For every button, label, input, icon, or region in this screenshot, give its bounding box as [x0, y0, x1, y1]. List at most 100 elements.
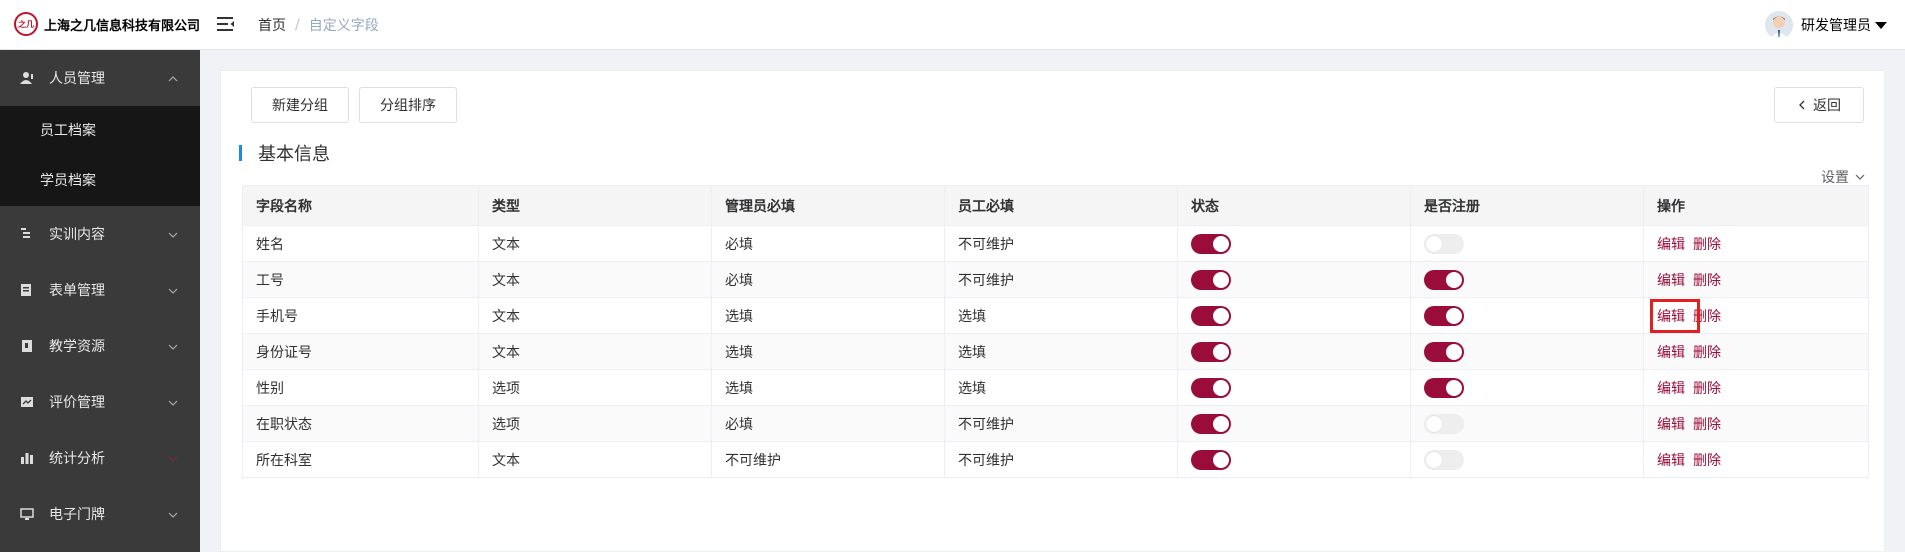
delete-link[interactable]: 删除: [1693, 417, 1721, 433]
avatar: [1765, 11, 1793, 39]
status-toggle[interactable]: [1191, 341, 1231, 362]
field-name-cell: 姓名: [242, 225, 479, 262]
breadcrumb-home[interactable]: 首页: [258, 15, 286, 35]
new-group-button[interactable]: 新建分组: [251, 87, 349, 123]
delete-link[interactable]: 删除: [1693, 381, 1721, 397]
sidebar-item-door-sign[interactable]: 电子门牌: [0, 486, 200, 542]
field-type-cell: 文本: [478, 261, 712, 298]
toggle-knob: [1213, 235, 1229, 252]
section-title: 基本信息: [239, 143, 330, 165]
registered-toggle[interactable]: [1424, 449, 1464, 470]
sidebar-item-statistics[interactable]: 统计分析: [0, 430, 200, 486]
edit-wrapper: 编辑: [1657, 270, 1693, 290]
sidebar-item-label: 实训内容: [49, 227, 105, 243]
sidebar-item-forms[interactable]: 表单管理: [0, 262, 200, 318]
admin-required-cell: 不可维护: [711, 441, 945, 478]
custom-fields-table: 字段名称 类型 管理员必填 员工必填 状态 是否注册 操作 姓名 文本 必填 不可维护…: [242, 185, 1869, 478]
field-type-cell: 文本: [478, 297, 712, 334]
registered-toggle[interactable]: [1424, 413, 1464, 434]
menu-toggle-icon[interactable]: [216, 14, 236, 34]
chevron-up-icon: [168, 72, 178, 82]
actions-cell: 编辑 删除: [1643, 405, 1869, 442]
edit-link[interactable]: 编辑: [1657, 345, 1685, 361]
registered-toggle[interactable]: [1424, 269, 1464, 290]
delete-link[interactable]: 删除: [1693, 237, 1721, 253]
status-toggle[interactable]: [1191, 305, 1231, 326]
edit-wrapper: 编辑: [1657, 234, 1693, 254]
registered-toggle-cell: [1410, 297, 1644, 334]
toggle-knob: [1213, 307, 1229, 324]
sidebar-item-resources[interactable]: 教学资源: [0, 318, 200, 374]
chevron-down-icon: [168, 340, 178, 350]
highlighted-edit-wrapper: 编辑: [1650, 298, 1700, 333]
status-toggle-cell: [1177, 297, 1411, 334]
column-header: 类型: [478, 185, 712, 226]
logo-badge-icon: 之几: [14, 12, 38, 36]
user-name: 研发管理员: [1801, 18, 1871, 34]
edit-link[interactable]: 编辑: [1657, 417, 1685, 433]
sidebar-subitem-staff-archive[interactable]: 员工档案: [0, 106, 200, 156]
field-type-cell: 文本: [478, 225, 712, 262]
status-toggle-cell: [1177, 405, 1411, 442]
edit-link[interactable]: 编辑: [1657, 309, 1685, 325]
toggle-knob: [1213, 415, 1229, 432]
delete-link[interactable]: 删除: [1693, 273, 1721, 289]
staff-required-cell: 选填: [944, 297, 1178, 334]
sidebar-item-label: 教学资源: [49, 339, 105, 355]
registered-toggle[interactable]: [1424, 305, 1464, 326]
edit-link[interactable]: 编辑: [1657, 381, 1685, 397]
edit-wrapper: 编辑: [1657, 342, 1693, 362]
staff-required-cell: 不可维护: [944, 405, 1178, 442]
delete-link[interactable]: 删除: [1693, 453, 1721, 469]
status-toggle[interactable]: [1191, 413, 1231, 434]
breadcrumb-current: 自定义字段: [308, 18, 379, 34]
chevron-down-icon: [1855, 174, 1865, 180]
delete-link[interactable]: 删除: [1693, 345, 1721, 361]
registered-toggle[interactable]: [1424, 233, 1464, 254]
actions-cell: 编辑 删除: [1643, 297, 1869, 334]
status-toggle[interactable]: [1191, 449, 1231, 470]
registered-toggle[interactable]: [1424, 341, 1464, 362]
status-toggle[interactable]: [1191, 233, 1231, 254]
sidebar-item-training[interactable]: 实训内容: [0, 206, 200, 262]
breadcrumb: 首页 / 自定义字段: [258, 15, 379, 35]
company-logo[interactable]: 之几 上海之几信息科技有限公司: [14, 12, 200, 36]
table-row: 身份证号 文本 选填 选填 编辑 删除: [242, 333, 1869, 370]
registered-toggle[interactable]: [1424, 377, 1464, 398]
settings-dropdown[interactable]: 设置: [1821, 167, 1866, 187]
toggle-knob: [1426, 415, 1442, 432]
actions-cell: 编辑 删除: [1643, 441, 1869, 478]
registered-toggle-cell: [1410, 225, 1644, 262]
title-accent-bar: [239, 145, 242, 161]
table-row: 在职状态 选项 必填 不可维护 编辑 删除: [242, 405, 1869, 442]
user-menu[interactable]: 研发管理员: [1765, 11, 1887, 39]
delete-link[interactable]: 删除: [1693, 309, 1721, 325]
sort-groups-button[interactable]: 分组排序: [359, 87, 457, 123]
toggle-knob: [1446, 307, 1462, 324]
sidebar-item-label: 表单管理: [49, 283, 105, 299]
field-name-cell: 性别: [242, 369, 479, 406]
edit-link[interactable]: 编辑: [1657, 453, 1685, 469]
status-toggle[interactable]: [1191, 269, 1231, 290]
table-row: 所在科室 文本 不可维护 不可维护 编辑 删除: [242, 441, 1869, 478]
edit-wrapper: 编辑: [1657, 414, 1693, 434]
edit-link[interactable]: 编辑: [1657, 273, 1685, 289]
sidebar-subitem-student-archive[interactable]: 学员档案: [0, 156, 200, 206]
edit-link[interactable]: 编辑: [1657, 237, 1685, 253]
sidebar-item-evaluation[interactable]: 评价管理: [0, 374, 200, 430]
admin-required-cell: 必填: [711, 225, 945, 262]
back-button[interactable]: 返回: [1774, 87, 1864, 123]
field-type-cell: 选项: [478, 405, 712, 442]
status-toggle-cell: [1177, 369, 1411, 406]
edit-wrapper: 编辑: [1657, 378, 1693, 398]
table-row: 工号 文本 必填 不可维护 编辑 删除: [242, 261, 1869, 298]
toggle-knob: [1426, 235, 1442, 252]
staff-required-cell: 选填: [944, 369, 1178, 406]
sidebar-item-personnel[interactable]: 人员管理: [0, 50, 200, 106]
field-name-cell: 工号: [242, 261, 479, 298]
top-header: 之几 上海之几信息科技有限公司 首页 / 自定义字段 研发管理员: [0, 0, 1905, 50]
status-toggle[interactable]: [1191, 377, 1231, 398]
column-header: 员工必填: [944, 185, 1178, 226]
back-label: 返回: [1813, 98, 1841, 114]
staff-required-cell: 不可维护: [944, 261, 1178, 298]
